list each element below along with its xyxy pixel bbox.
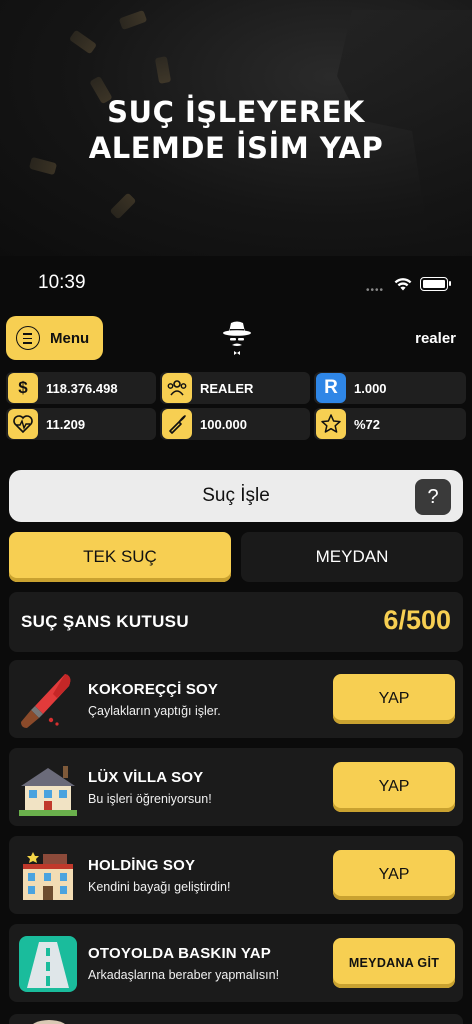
status-bar: 10:39 ••••: [0, 256, 472, 310]
highway-icon: [19, 936, 77, 992]
bullet-icon: [162, 409, 192, 439]
promo-title: SUÇ İŞLEYEREK ALEMDE İSİM YAP: [0, 94, 472, 166]
stat-money[interactable]: $ 118.376.498: [6, 372, 156, 404]
stat-reputation-value: %72: [354, 416, 381, 432]
top-bar: Menu realer: [0, 312, 472, 364]
crime-card: KOKOREÇÇİ SOY Çaylakların yaptığı işler.…: [9, 660, 463, 738]
tab-meydan[interactable]: MEYDAN: [241, 532, 463, 582]
bullet-decoration: [68, 29, 98, 55]
bullet-decoration: [154, 56, 172, 84]
stat-rank-points-value: 1.000: [354, 380, 387, 396]
go-to-square-button[interactable]: MEYDANA GİT: [333, 938, 455, 988]
stat-ammo[interactable]: 100.000: [160, 408, 310, 440]
dollar-icon: $: [8, 373, 38, 403]
crime-title: KOKOREÇÇİ SOY: [88, 681, 219, 698]
battery-icon: [420, 277, 451, 291]
promo-banner: SUÇ İŞLEYEREK ALEMDE İSİM YAP: [0, 0, 472, 256]
stat-health-value: 11.209: [46, 416, 86, 432]
menu-button[interactable]: Menu: [6, 316, 103, 360]
signal-icon: ••••: [366, 285, 385, 296]
r-badge-icon: R: [316, 373, 346, 403]
app-screen: 10:39 •••• Menu realer $ 118.376.498 REA…: [0, 256, 472, 1024]
heart-pulse-icon: [8, 409, 38, 439]
stat-health[interactable]: 11.209: [6, 408, 156, 440]
crime-card: HOLDİNG SOY Kendini bayağı geliştirdin! …: [9, 836, 463, 914]
building-icon: [23, 852, 73, 900]
username[interactable]: realer: [415, 330, 456, 347]
chance-box-count: 6/500: [383, 605, 451, 635]
stat-money-value: 118.376.498: [46, 380, 118, 396]
promo-title-line2: ALEMDE İSİM YAP: [88, 131, 384, 165]
chance-box-label: SUÇ ŞANS KUTUSU: [21, 612, 189, 631]
crime-desc: Kendini bayağı geliştirdin!: [88, 880, 231, 894]
wifi-icon: [394, 278, 412, 291]
crime-action-button[interactable]: YAP: [333, 850, 455, 900]
stat-ammo-value: 100.000: [200, 416, 247, 432]
group-icon: [162, 373, 192, 403]
crime-desc: Çaylakların yaptığı işler.: [88, 704, 221, 718]
crime-desc: Bu işleri öğreniyorsun!: [88, 792, 212, 806]
crime-title: HOLDİNG SOY: [88, 857, 196, 874]
hamburger-icon: [16, 326, 40, 350]
crime-title: OTOYOLDA BASKIN YAP: [88, 945, 272, 962]
star-icon: [316, 409, 346, 439]
commit-crime-label: Suç İşle: [202, 485, 270, 506]
villa-icon: [19, 766, 77, 816]
chance-box[interactable]: SUÇ ŞANS KUTUSU 6/500: [9, 592, 463, 652]
crime-card: LÜX VİLLA SOY Bu işleri öğreniyorsun! YA…: [9, 748, 463, 826]
stat-group-value: REALER: [200, 380, 254, 396]
gangster-hat-icon: [223, 321, 251, 355]
knife-icon: [21, 674, 71, 728]
promo-title-line1: SUÇ İŞLEYEREK: [107, 95, 365, 129]
tab-tek-suc[interactable]: TEK SUÇ: [9, 532, 231, 582]
stat-rank-points[interactable]: R 1.000: [314, 372, 466, 404]
menu-label: Menu: [50, 329, 90, 347]
stat-group[interactable]: REALER: [160, 372, 310, 404]
bullet-decoration: [109, 192, 137, 220]
stat-reputation[interactable]: %72: [314, 408, 466, 440]
crime-action-button[interactable]: YAP: [333, 762, 455, 812]
help-button[interactable]: ?: [415, 479, 451, 515]
crime-action-button[interactable]: YAP: [333, 674, 455, 724]
crime-desc: Arkadaşlarına beraber yapmalısın!: [88, 968, 280, 982]
bullet-decoration: [118, 9, 148, 31]
crime-title: LÜX VİLLA SOY: [88, 769, 204, 786]
partial-thumbnail: [29, 1020, 69, 1024]
status-time: 10:39: [38, 272, 86, 293]
crime-card: OTOYOLDA BASKIN YAP Arkadaşlarına berabe…: [9, 924, 463, 1002]
crime-card-next: [9, 1014, 463, 1024]
commit-crime-button[interactable]: Suç İşle ?: [9, 470, 463, 522]
